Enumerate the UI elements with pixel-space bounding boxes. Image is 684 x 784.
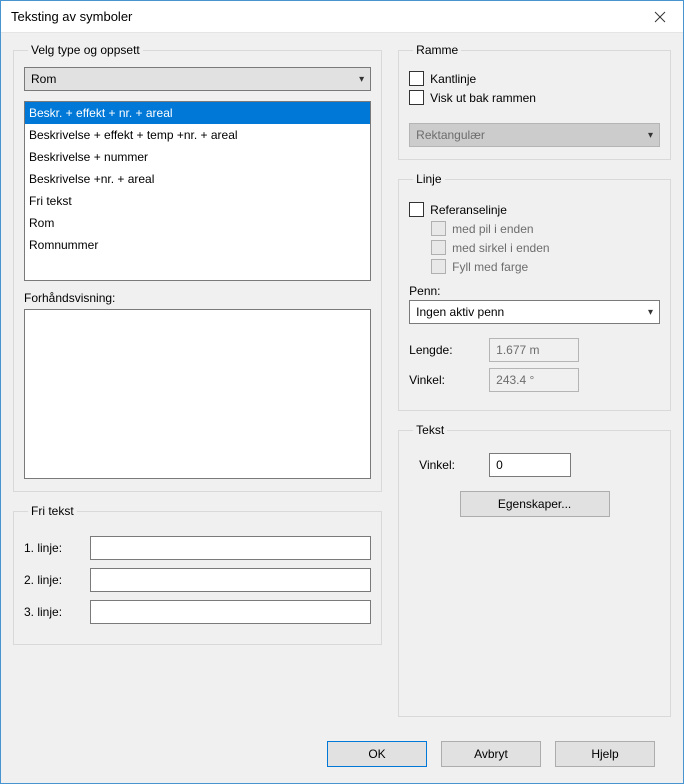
ok-button[interactable]: OK [327,741,427,767]
line3-label: 3. linje: [24,605,80,619]
dialog-window: Teksting av symboler Velg type og oppset… [0,0,684,784]
viskut-checkbox[interactable]: Visk ut bak rammen [409,90,660,105]
titlebar: Teksting av symboler [1,1,683,33]
linje-vinkel-field: 243.4 ° [489,368,579,392]
chevron-down-icon: ▾ [648,130,653,141]
type-group: Velg type og oppsett Rom ▾ Beskr. + effe… [13,43,382,492]
preview-area [24,309,371,479]
sirkel-checkbox: med sirkel i enden [431,240,660,255]
tekst-vinkel-field[interactable]: 0 [489,453,571,477]
checkbox-icon [409,90,424,105]
tekst-group-label: Tekst [413,423,447,437]
close-button[interactable] [637,1,683,32]
fritext-group: Fri tekst 1. linje: 2. linje: 3. linje: [13,504,382,645]
list-item[interactable]: Fri tekst [25,190,370,212]
chevron-down-icon: ▾ [648,307,653,318]
shape-combo: Rektangulær ▾ [409,123,660,147]
layout-listbox[interactable]: Beskr. + effekt + nr. + areal Beskrivels… [24,101,371,281]
pil-label: med pil i enden [452,222,533,236]
close-icon [654,11,666,23]
linje-vinkel-label: Vinkel: [409,373,479,387]
line2-label: 2. linje: [24,573,80,587]
list-item[interactable]: Beskrivelse + effekt + temp +nr. + areal [25,124,370,146]
sirkel-label: med sirkel i enden [452,241,549,255]
left-column: Velg type og oppsett Rom ▾ Beskr. + effe… [13,43,382,729]
tekst-group: Tekst Vinkel: 0 Egenskaper... [398,423,671,717]
line1-input[interactable] [90,536,371,560]
fyll-checkbox: Fyll med farge [431,259,660,274]
linje-group-label: Linje [413,172,444,186]
penn-combo-value: Ingen aktiv penn [416,305,504,319]
checkbox-icon [409,71,424,86]
ref-label: Referanselinje [430,203,507,217]
dialog-body: Velg type og oppsett Rom ▾ Beskr. + effe… [1,33,683,735]
penn-combo[interactable]: Ingen aktiv penn ▾ [409,300,660,324]
chevron-down-icon: ▾ [359,74,364,85]
fritext-group-label: Fri tekst [28,504,77,518]
cancel-button[interactable]: Avbryt [441,741,541,767]
list-item[interactable]: Romnummer [25,234,370,256]
kantlinje-label: Kantlinje [430,72,476,86]
lengde-label: Lengde: [409,343,479,357]
ramme-group-label: Ramme [413,43,461,57]
linje-group: Linje Referanselinje med pil i enden med… [398,172,671,411]
list-item[interactable]: Beskrivelse +nr. + areal [25,168,370,190]
checkbox-icon [409,202,424,217]
preview-label: Forhåndsvisning: [24,291,371,305]
penn-label: Penn: [409,284,660,298]
kantlinje-checkbox[interactable]: Kantlinje [409,71,660,86]
pil-checkbox: med pil i enden [431,221,660,236]
line1-label: 1. linje: [24,541,80,555]
shape-combo-value: Rektangulær [416,128,485,142]
viskut-label: Visk ut bak rammen [430,91,536,105]
egenskaper-button[interactable]: Egenskaper... [460,491,610,517]
tekst-vinkel-label: Vinkel: [419,458,479,472]
fyll-label: Fyll med farge [452,260,528,274]
type-combo[interactable]: Rom ▾ [24,67,371,91]
dialog-footer: OK Avbryt Hjelp [1,735,683,783]
ref-checkbox[interactable]: Referanselinje [409,202,660,217]
lengde-field: 1.677 m [489,338,579,362]
checkbox-icon [431,240,446,255]
checkbox-icon [431,221,446,236]
window-title: Teksting av symboler [11,9,132,24]
right-column: Ramme Kantlinje Visk ut bak rammen Rekta… [398,43,671,729]
ramme-group: Ramme Kantlinje Visk ut bak rammen Rekta… [398,43,671,160]
list-item[interactable]: Beskrivelse + nummer [25,146,370,168]
list-item[interactable]: Rom [25,212,370,234]
type-combo-value: Rom [31,72,56,86]
list-item[interactable]: Beskr. + effekt + nr. + areal [25,102,370,124]
line3-input[interactable] [90,600,371,624]
line2-input[interactable] [90,568,371,592]
checkbox-icon [431,259,446,274]
help-button[interactable]: Hjelp [555,741,655,767]
type-group-label: Velg type og oppsett [28,43,143,57]
